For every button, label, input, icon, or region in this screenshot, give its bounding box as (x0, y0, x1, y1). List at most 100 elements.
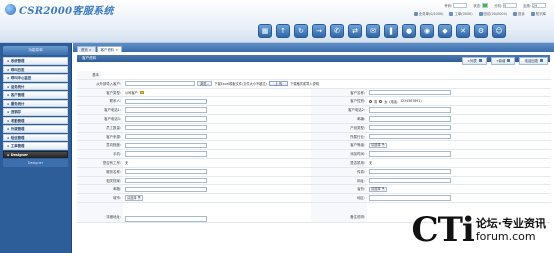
import-help-link[interactable]: 下载格式或导入说明 (290, 81, 319, 86)
link-business[interactable]: 业务单(0/1000) (413, 11, 443, 16)
panel-actions: <列表 +新增 电话回拨 (462, 57, 548, 65)
chevron-down-icon: ▼ (137, 196, 141, 201)
speaker-icon[interactable]: ◉ (420, 24, 434, 38)
customer-name-input[interactable] (369, 89, 451, 96)
related-files-input[interactable] (125, 177, 207, 184)
address-textarea[interactable] (125, 215, 207, 222)
contact-input[interactable] (125, 98, 207, 105)
province-select[interactable]: 请选择 ▼ (369, 186, 387, 192)
website-input[interactable] (369, 177, 451, 184)
link-complaint[interactable]: 投诉 (513, 11, 525, 16)
transfer-icon[interactable]: ⇄ (348, 24, 362, 38)
phone-icon[interactable]: ✆ (330, 24, 344, 38)
logo: CSR2000客服系统 (5, 2, 114, 17)
tab-bar: 首页× 客户资料× (73, 43, 554, 52)
import-row: 从外部导入客户: 浏览... 下载Excel模板文件(文件大小不超过) 上 传 … (77, 79, 551, 89)
info-number: 号码: (444, 3, 468, 8)
customer-type-value: 公司客户 (125, 90, 138, 95)
upload-button[interactable]: 上 传 (268, 80, 289, 87)
logo-mark-icon (5, 4, 16, 15)
has-id-value: 无 (125, 161, 129, 166)
close-icon[interactable]: × (115, 48, 118, 52)
browse-button[interactable]: 浏览... (197, 80, 213, 87)
form-row: 联系人: 客户性别: 男 女 (电话: 1234567891) (77, 97, 551, 107)
user-icon[interactable]: ☺ (492, 24, 506, 38)
source-input[interactable] (125, 133, 207, 140)
info-extension: 分机: 9 (494, 3, 518, 8)
calendar-icon[interactable]: ▦ (258, 24, 272, 38)
import-hint[interactable]: 下载Excel模板文件(文件大小不超过) (214, 81, 266, 86)
up-arrow-icon[interactable]: ↑ (276, 24, 290, 38)
list-icon (478, 59, 482, 62)
sidebar-item-system[interactable]: 系统管理 (3, 57, 68, 65)
workorder-icon (449, 11, 454, 16)
mute-icon[interactable]: ● (402, 24, 416, 38)
phone3-input[interactable] (125, 116, 207, 122)
chat-icon[interactable]: ✉ (366, 24, 380, 38)
industry-input[interactable] (369, 133, 451, 140)
intent-input[interactable] (125, 142, 207, 149)
add-button[interactable]: +新增 (490, 57, 516, 65)
hold-icon[interactable]: ❚ (384, 24, 398, 38)
tab-customer-info[interactable]: 客户资料× (96, 45, 123, 52)
form-row: 客户来源: 所属行业: (77, 132, 551, 142)
folder-icon[interactable] (139, 90, 144, 95)
file-path-input[interactable] (125, 80, 195, 87)
gender-female-radio[interactable] (379, 99, 383, 103)
city-select[interactable]: 请选择 ▼ (125, 195, 143, 201)
record-icon[interactable]: ◆ (438, 24, 452, 38)
form-row: 员工数量: 产品类型: (77, 123, 551, 133)
close-icon[interactable]: × (89, 48, 92, 52)
sidebar-item-workorder[interactable]: 工单管理 (3, 142, 68, 150)
link-workorder[interactable]: 工单(0000) (449, 11, 473, 16)
email-input[interactable] (125, 186, 207, 192)
link-revisit[interactable]: 回访(00/0000) (478, 11, 507, 16)
info-agent: 坐席: 29 (523, 3, 546, 8)
knowledge-icon (530, 11, 535, 16)
revisit-icon (478, 11, 483, 16)
sidebar-title: 功能菜单 (3, 46, 68, 55)
refresh-icon[interactable]: ↻ (294, 24, 308, 38)
hangup-icon[interactable]: ✕ (456, 24, 470, 38)
mobile-input[interactable] (125, 151, 207, 157)
sidebar-subitem-designer[interactable]: Designer (3, 159, 68, 167)
form-row: 服务名称: 传真: (77, 167, 551, 177)
sidebar-item-service-stats[interactable]: 服务统计 (3, 99, 68, 107)
tab-home[interactable]: 首页× (77, 45, 96, 52)
added-time-input[interactable] (369, 151, 451, 157)
status-info-row: 号码: 状态: 分机: 9 坐席: 29 (444, 3, 546, 8)
form-row: 客户电话1: 客户电话2: (77, 106, 551, 115)
main-content: 首页× 客户资料× 客户资料 <列表 +新增 电话回拨 基本 从外部导入客户: … (73, 43, 554, 253)
customer-form: 基本 从外部导入客户: 浏览... 下载Excel模板文件(文件大小不超过) 上… (77, 71, 551, 223)
district-input[interactable] (369, 195, 451, 201)
service-name-input[interactable] (125, 168, 207, 175)
employee-count-input[interactable] (125, 124, 207, 131)
sidebar-item-monitor[interactable]: 呼叫中心监控 (3, 74, 68, 82)
customer-level-select[interactable]: 请选择 ▼ (369, 142, 387, 149)
sidebar: 功能菜单 系统管理 呼叫日志 呼叫中心监控 话务统计 客户管理 服务统计 进销存… (0, 43, 72, 253)
watermark-url: forum.com (475, 230, 536, 243)
sidebar-item-attendance[interactable]: 考勤管理 (3, 116, 68, 124)
settings-icon[interactable]: ⚙ (474, 24, 488, 38)
sidebar-item-sms[interactable]: 短信管理 (3, 133, 68, 141)
sidebar-item-traffic-stats[interactable]: 话务统计 (3, 82, 68, 90)
phone2-input[interactable] (369, 107, 451, 113)
sidebar-item-designer[interactable]: Designer (3, 150, 68, 158)
sidebar-item-inventory[interactable]: 进销存 (3, 108, 68, 116)
zipcode-input[interactable] (369, 116, 451, 122)
callback-button[interactable]: 电话回拨 (519, 57, 548, 65)
gender-male-radio[interactable] (369, 99, 372, 103)
sidebar-item-call-log[interactable]: 呼叫日志 (3, 65, 68, 73)
list-button[interactable]: <列表 (462, 57, 487, 65)
phone1-input[interactable] (125, 107, 207, 113)
phone-icon (540, 59, 543, 62)
add-icon (507, 59, 511, 62)
sidebar-item-customers[interactable]: 客户管理 (3, 91, 68, 99)
chevron-down-icon: ▼ (381, 187, 385, 192)
product-type-input[interactable] (369, 124, 451, 131)
fax-input[interactable] (369, 168, 451, 175)
link-knowledge[interactable]: 知识库 (530, 11, 546, 16)
right-arrow-icon[interactable]: → (312, 24, 326, 38)
sidebar-item-outbound[interactable]: 外拨管理 (3, 125, 68, 133)
complaint-icon (513, 11, 518, 16)
